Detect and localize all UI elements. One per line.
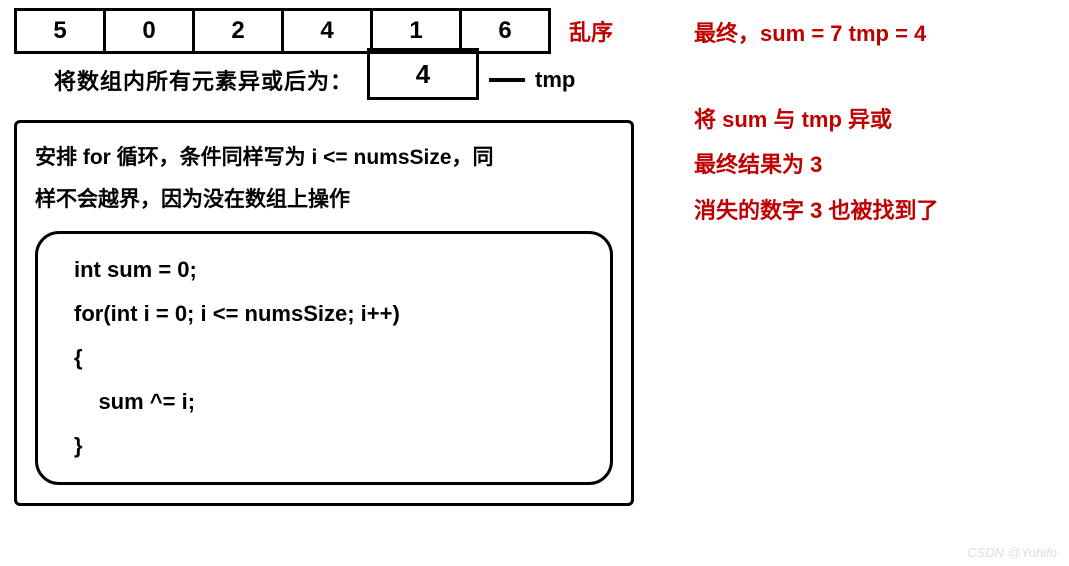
- array-label: 乱序: [569, 15, 613, 47]
- xor-result-cell: 4: [367, 48, 479, 100]
- result-line: 消失的数字 3 也被找到了: [694, 191, 1055, 231]
- instruction-line: 样不会越界，因为没在数组上操作: [35, 179, 613, 221]
- code-line: for(int i = 0; i <= numsSize; i++): [74, 292, 584, 336]
- code-line: int sum = 0;: [74, 248, 584, 292]
- spacer: [694, 60, 1055, 100]
- code-line: }: [74, 424, 584, 468]
- result-line: 将 sum 与 tmp 异或: [694, 100, 1055, 140]
- result-line: 最终，sum = 7 tmp = 4: [694, 14, 1055, 54]
- xor-row: 将数组内所有元素异或后为： 4 tmp: [54, 60, 634, 100]
- tmp-label: tmp: [535, 67, 575, 93]
- connector-line: [489, 78, 525, 82]
- array-row: 5 0 2 4 1 6 乱序: [14, 8, 634, 54]
- array-cell: 5: [14, 8, 106, 54]
- xor-text: 将数组内所有元素异或后为：: [54, 64, 353, 96]
- array-cell: 2: [192, 8, 284, 54]
- result-line: 最终结果为 3: [694, 145, 1055, 185]
- code-line: {: [74, 336, 584, 380]
- instruction-line: 安排 for 循环，条件同样写为 i <= numsSize，同: [35, 137, 613, 179]
- code-line: sum ^= i;: [74, 380, 584, 424]
- array-cell: 0: [103, 8, 195, 54]
- left-panel: 5 0 2 4 1 6 乱序 将数组内所有元素异或后为： 4 tmp 安排 fo…: [14, 8, 634, 506]
- explanation-box: 安排 for 循环，条件同样写为 i <= numsSize，同 样不会越界，因…: [14, 120, 634, 506]
- watermark: CSDN @Yohifo: [967, 545, 1057, 560]
- code-box: int sum = 0; for(int i = 0; i <= numsSiz…: [35, 231, 613, 485]
- right-panel: 最终，sum = 7 tmp = 4 将 sum 与 tmp 异或 最终结果为 …: [694, 8, 1055, 506]
- array-cell: 4: [281, 8, 373, 54]
